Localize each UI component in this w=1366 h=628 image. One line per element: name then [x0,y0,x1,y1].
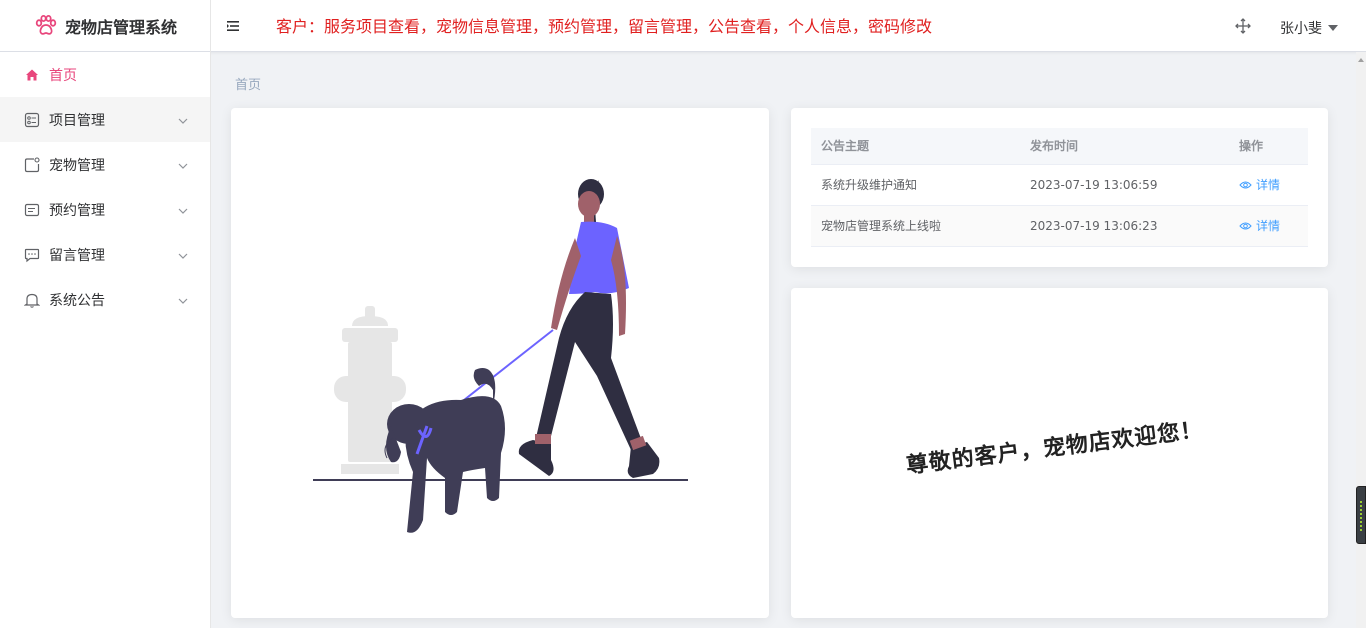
user-name: 张小斐 [1280,21,1322,37]
booking-icon [24,202,40,218]
chevron-down-icon [178,114,188,124]
fullscreen-icon[interactable] [1234,17,1252,35]
chevron-down-icon [178,294,188,304]
table-header-row: 公告主题 发布时间 操作 [811,128,1308,165]
scroll-up-icon[interactable] [1358,58,1364,62]
eye-icon [1239,222,1252,229]
user-dropdown[interactable]: 张小斐 [1280,18,1338,38]
sidebar-item-label: 宠物管理 [49,157,105,174]
chevron-down-icon [178,159,188,169]
table-row: 系统升级维护通知 2023-07-19 13:06:59 详情 [811,164,1308,206]
chevron-down-icon [178,249,188,259]
sidebar: 首页 项目管理 宠物管理 预约管理 留言管理 系统公告 [0,52,211,628]
illustration-card [231,108,769,618]
top-navbar: 宠物店管理系统 客户：服务项目查看，宠物信息管理，预约管理，留言管理，公告查看，… [0,0,1366,52]
eye-icon [1239,181,1252,188]
sidebar-item-label: 预约管理 [49,202,105,219]
app-title: 宠物店管理系统 [64,18,177,37]
menu-toggle-icon[interactable] [224,17,242,35]
sidebar-item-booking[interactable]: 预约管理 [0,187,210,232]
main-content: 首页 公告主题 发布时间 操作 系统升级维护通知 2023-07-19 13:0… [211,52,1356,628]
bell-icon [24,292,40,308]
project-icon [24,112,40,128]
message-icon [24,247,40,263]
notice-table: 公告主题 发布时间 操作 系统升级维护通知 2023-07-19 13:06:5… [811,128,1308,247]
paw-icon [33,13,59,39]
sidebar-item-project[interactable]: 项目管理 [0,97,210,142]
welcome-message: 尊敬的客户，宠物店欢迎您！ [904,417,1205,479]
sidebar-item-message[interactable]: 留言管理 [0,232,210,277]
notice-time: 2023-07-19 13:06:23 [1020,205,1229,247]
column-header-action: 操作 [1229,128,1308,165]
home-icon [24,67,40,83]
detail-label: 详情 [1256,178,1281,192]
notice-time: 2023-07-19 13:06:59 [1020,164,1229,206]
role-notice: 客户：服务项目查看，宠物信息管理，预约管理，留言管理，公告查看，个人信息，密码修… [276,17,933,36]
column-header-time: 发布时间 [1020,128,1229,165]
sidebar-item-home[interactable]: 首页 [0,52,210,97]
chevron-down-icon [178,204,188,214]
sidebar-item-label: 留言管理 [49,247,105,264]
pet-icon [24,156,40,173]
detail-link[interactable]: 详情 [1229,164,1308,206]
notice-table-card: 公告主题 发布时间 操作 系统升级维护通知 2023-07-19 13:06:5… [791,108,1328,267]
column-header-title: 公告主题 [811,128,1020,165]
welcome-card: 尊敬的客户，宠物店欢迎您！ [791,288,1328,618]
caret-down-icon [1328,25,1338,31]
notice-title: 系统升级维护通知 [811,164,1020,206]
sidebar-item-announcement[interactable]: 系统公告 [0,277,210,322]
detail-label: 详情 [1256,219,1281,233]
side-panel-handle[interactable] [1356,486,1366,544]
app-logo[interactable]: 宠物店管理系统 [0,0,211,52]
sidebar-item-label: 首页 [49,67,77,84]
notice-title: 宠物店管理系统上线啦 [811,205,1020,247]
detail-link[interactable]: 详情 [1229,205,1308,247]
dog-walking-illustration [313,179,688,533]
sidebar-item-label: 系统公告 [49,292,105,309]
sidebar-item-pet[interactable]: 宠物管理 [0,142,210,187]
breadcrumb[interactable]: 首页 [235,74,261,93]
sidebar-item-label: 项目管理 [49,112,105,129]
table-row: 宠物店管理系统上线啦 2023-07-19 13:06:23 详情 [811,205,1308,247]
